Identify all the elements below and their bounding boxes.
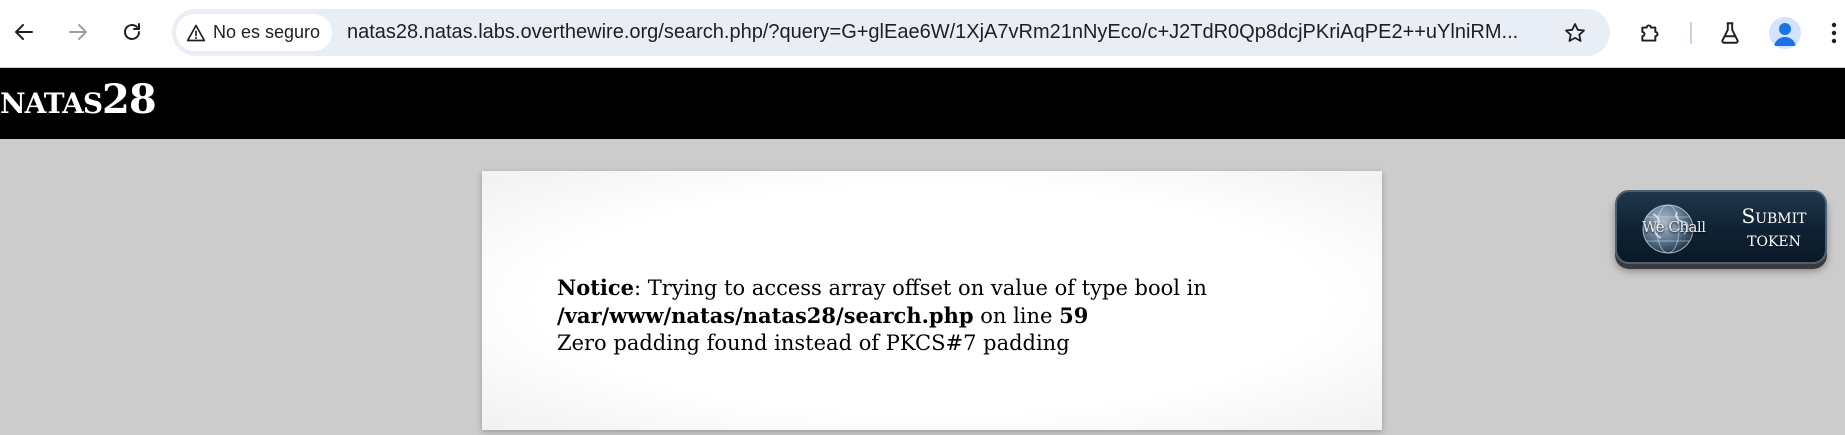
- puzzle-piece-icon: [1641, 24, 1659, 42]
- submit-token-button[interactable]: We Chall Submit token: [1615, 190, 1827, 264]
- warning-triangle-icon: [186, 24, 206, 41]
- bookmark-button[interactable]: [1558, 16, 1592, 50]
- notice-file-path: /var/www/natas/natas28/search.php: [557, 303, 974, 328]
- security-label: No es seguro: [213, 22, 321, 42]
- site-header: natas28: [0, 68, 1845, 139]
- url-text[interactable]: natas28.natas.labs.overthewire.org/searc…: [347, 9, 1522, 56]
- content-card: Notice: Trying to access array offset on…: [482, 171, 1382, 430]
- notice-line-number: 59: [1059, 303, 1089, 328]
- back-button[interactable]: [8, 16, 40, 48]
- person-avatar-icon: [1774, 23, 1796, 46]
- submit-token-line1: Submit: [1741, 204, 1807, 228]
- toolbar-divider: [1690, 22, 1692, 44]
- address-bar[interactable]: No es seguro natas28.natas.labs.overthew…: [172, 9, 1610, 56]
- padding-message: Zero padding found instead of PKCS#7 pad…: [557, 331, 1070, 355]
- forward-button[interactable]: [62, 16, 94, 48]
- site-title: natas28: [0, 76, 157, 123]
- arrow-left-icon: [15, 24, 33, 40]
- star-outline-icon: [1565, 23, 1585, 42]
- arrow-right-icon: [69, 24, 87, 40]
- browser-toolbar: No es seguro natas28.natas.labs.overthew…: [0, 0, 1845, 68]
- notice-on-line: on line: [973, 304, 1060, 328]
- site-security-chip[interactable]: No es seguro: [176, 14, 333, 51]
- more-vertical-icon: [1831, 22, 1836, 44]
- profile-button[interactable]: [1769, 17, 1801, 49]
- reload-icon: [124, 23, 140, 40]
- flask-icon: [1721, 22, 1739, 44]
- extensions-button[interactable]: [1634, 16, 1668, 50]
- notice-label: Notice: [557, 275, 635, 300]
- reload-button[interactable]: [116, 16, 148, 48]
- browser-menu-button[interactable]: [1822, 16, 1845, 50]
- submit-token-label: Submit token: [1729, 205, 1819, 251]
- wechall-brand: We Chall: [1642, 218, 1706, 236]
- labs-button[interactable]: [1713, 16, 1747, 50]
- php-notice: Notice: Trying to access array offset on…: [557, 274, 1337, 357]
- notice-message: : Trying to access array offset on value…: [634, 276, 1207, 300]
- submit-token-line2: token: [1747, 227, 1801, 251]
